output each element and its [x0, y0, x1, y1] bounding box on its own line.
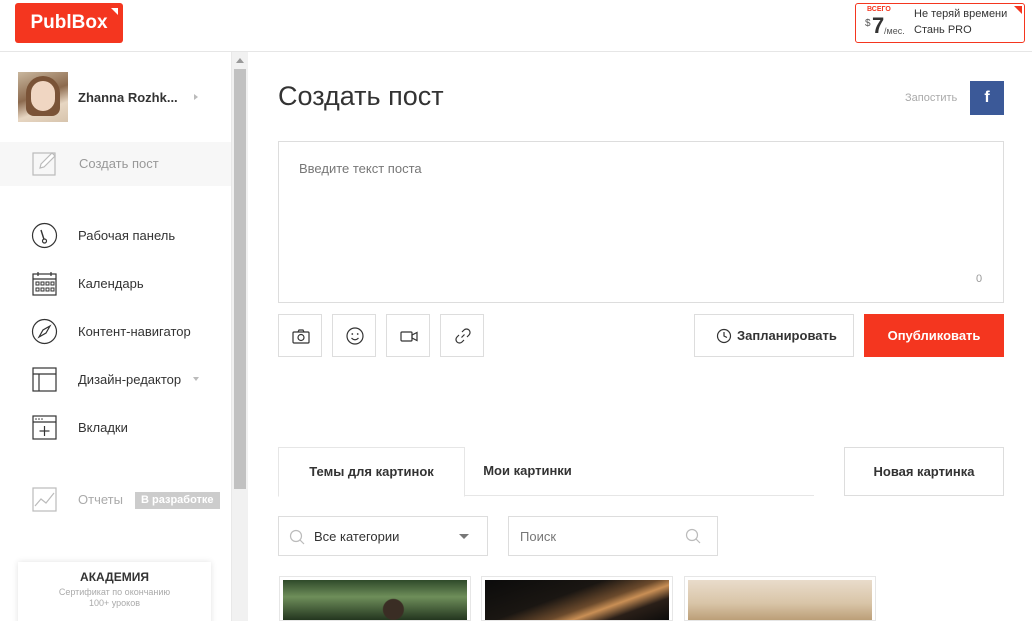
search-input[interactable]: [510, 518, 680, 554]
logo-text: PublBox: [30, 12, 108, 33]
facebook-account-button[interactable]: f: [970, 81, 1004, 115]
sidebar: Zhanna Rozhk... Создать пост Рабочая пан…: [0, 52, 231, 621]
link-icon: [455, 328, 471, 344]
user-name: Zhanna Rozhk...: [78, 90, 178, 105]
sidebar-item-dashboard[interactable]: Рабочая панель: [0, 216, 231, 256]
sidebar-item-label: Дизайн-редактор: [78, 372, 182, 387]
scrollbar-thumb[interactable]: [234, 69, 246, 489]
sidebar-item-label: Рабочая панель: [78, 228, 176, 243]
tab-add-icon: [32, 415, 57, 440]
sidebar-item-label: Отчеты: [78, 492, 123, 507]
image-search: [508, 516, 718, 556]
add-photo-button[interactable]: [278, 314, 322, 357]
user-profile[interactable]: Zhanna Rozhk...: [18, 72, 218, 122]
promo-price: 7: [872, 13, 885, 38]
clock-icon: [716, 328, 732, 344]
sidebar-item-label: Контент-навигатор: [78, 324, 191, 339]
sidebar-item-design-editor[interactable]: Дизайн-редактор: [0, 360, 231, 400]
sidebar-item-label: Создать пост: [79, 156, 159, 171]
academy-card[interactable]: АКАДЕМИЯ Сертификат по окончанию 100+ ур…: [18, 562, 211, 621]
publbox-logo[interactable]: PublBox: [15, 3, 123, 43]
tab-my-images[interactable]: Мои картинки: [465, 447, 590, 496]
academy-lessons: 100+ уроков: [88, 598, 140, 608]
promo-prefix: ВСЕГО: [867, 6, 891, 13]
schedule-button[interactable]: Запланировать: [694, 314, 854, 357]
promo-line1: Не теряй времени: [914, 8, 1008, 20]
pencil-edit-icon: [32, 152, 56, 176]
academy-subtitle: Сертификат по окончанию: [58, 587, 171, 597]
line-chart-icon: [32, 487, 57, 512]
status-badge: В разработке: [135, 492, 220, 509]
thumbnail-image: [688, 580, 872, 620]
add-link-button[interactable]: [440, 314, 484, 357]
promo-currency: $: [865, 18, 871, 29]
add-video-button[interactable]: [386, 314, 430, 357]
category-select-value: Все категории: [314, 529, 400, 544]
thumbnail-image: [485, 580, 669, 620]
image-thumbnail[interactable]: [279, 576, 471, 621]
post-to-link[interactable]: Запостить: [905, 92, 957, 104]
sidebar-item-tabs[interactable]: Вкладки: [0, 408, 231, 448]
schedule-label: Запланировать: [737, 328, 837, 343]
thumbnail-image: [283, 580, 467, 620]
search-icon: [289, 529, 305, 545]
post-text-input[interactable]: [278, 141, 1004, 303]
video-camera-icon: [400, 331, 418, 342]
search-icon[interactable]: [685, 528, 701, 544]
page-title: Создать пост: [278, 81, 444, 111]
promo-line2: Стань PRO: [914, 24, 972, 36]
category-select[interactable]: Все категории: [278, 516, 488, 556]
new-image-button[interactable]: Новая картинка: [844, 447, 1004, 496]
smiley-icon: [346, 327, 364, 345]
dashboard-gauge-icon: [31, 222, 58, 249]
calendar-icon: [32, 272, 57, 296]
add-emoji-button[interactable]: [332, 314, 376, 357]
sidebar-item-label: Вкладки: [78, 420, 128, 435]
sidebar-item-create-post[interactable]: Создать пост: [0, 142, 231, 186]
promo-corner-mark: [1014, 6, 1022, 14]
sidebar-item-calendar[interactable]: Календарь: [0, 264, 231, 304]
sidebar-item-content-navigator[interactable]: Контент-навигатор: [0, 312, 231, 352]
tab-image-themes[interactable]: Темы для картинок: [278, 447, 465, 497]
compass-icon: [31, 318, 58, 345]
image-thumbnail[interactable]: [481, 576, 673, 621]
scroll-up-arrow-icon[interactable]: [236, 58, 244, 63]
publish-button[interactable]: Опубликовать: [864, 314, 1004, 357]
sidebar-scrollbar[interactable]: [231, 52, 248, 621]
facebook-icon: f: [984, 89, 990, 106]
top-bar: PublBox ВСЕГО $ 7 /мес. Не теряй времени…: [0, 0, 1032, 52]
layout-icon: [32, 367, 57, 392]
image-thumbnail[interactable]: [684, 576, 876, 621]
sidebar-item-label: Календарь: [78, 276, 144, 291]
avatar: [18, 72, 68, 122]
academy-title: АКАДЕМИЯ: [80, 570, 149, 584]
dropdown-arrow-icon: [459, 534, 469, 539]
chevron-right-icon: [194, 94, 198, 100]
chevron-down-icon: [193, 377, 199, 381]
image-tabs: Темы для картинок Мои картинки: [278, 447, 814, 497]
promo-period: /мес.: [884, 26, 905, 36]
logo-corner-mark: [111, 8, 118, 15]
pro-promo-banner[interactable]: ВСЕГО $ 7 /мес. Не теряй времени Стань P…: [855, 3, 1025, 43]
camera-icon: [292, 329, 310, 344]
char-counter: 0: [976, 273, 983, 285]
